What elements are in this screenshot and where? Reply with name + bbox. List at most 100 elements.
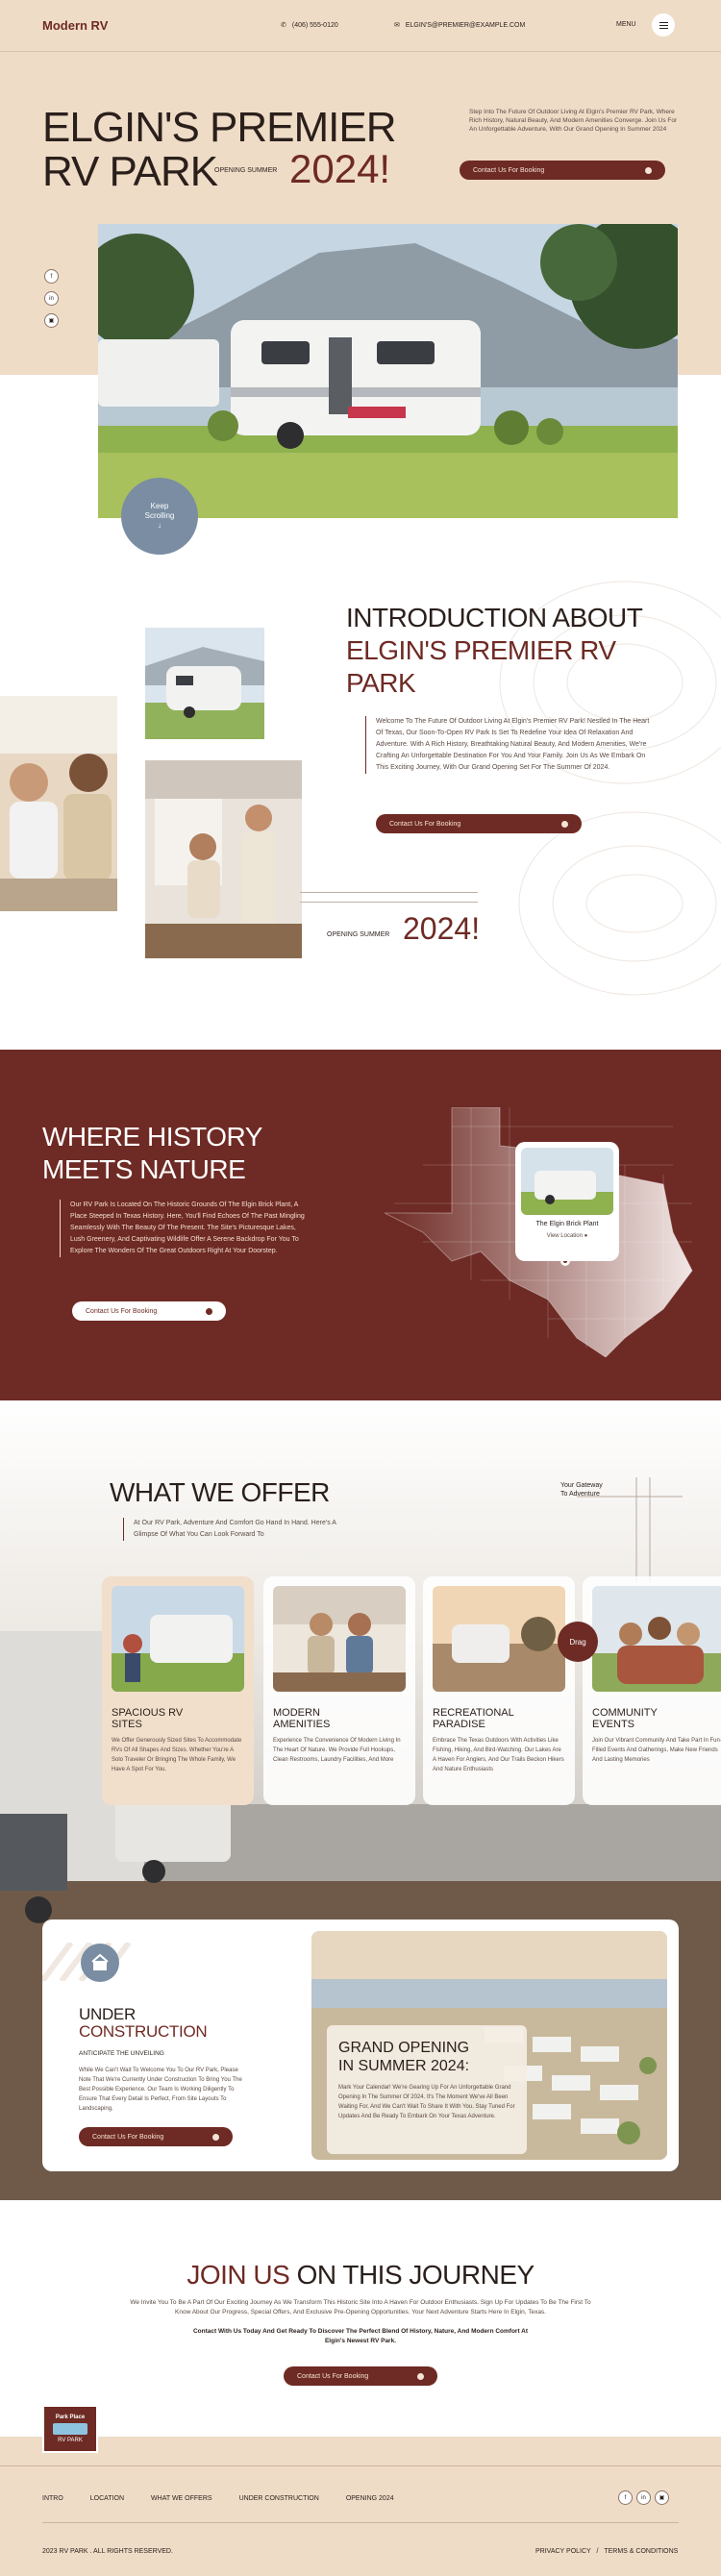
badge-line1: Park Place (55, 2415, 86, 2420)
offer-card-image (433, 1586, 565, 1692)
history-section: WHERE HISTORY MEETS NATURE Our RV Park I… (0, 1050, 721, 1400)
offer-card-title: COMMUNITY EVENTS (592, 1707, 658, 1730)
intro-title-line3: PARK (346, 668, 416, 698)
join-bold-text: Contact With Us Today And Get Ready To D… (192, 2328, 529, 2344)
button-dot-icon (212, 2133, 219, 2141)
site-logo[interactable]: Modern RV (42, 18, 108, 33)
offer-card-title: RECREATIONAL PARADISE (433, 1707, 514, 1730)
footer-badge-logo[interactable]: Park Place RV PARK (42, 2405, 98, 2453)
location-card-image (521, 1148, 613, 1215)
grand-opening-title: GRAND OPENING IN SUMMER 2024: (338, 2040, 470, 2074)
construction-title: UNDER CONSTRUCTION (79, 2005, 208, 2041)
history-title-line1: WHERE HISTORY (42, 1122, 262, 1152)
join-title: JOIN US ON THIS JOURNEY (186, 2260, 535, 2290)
copyright-text: 2023 RV PARK . ALL RIGHTS RESERVED. (42, 2548, 173, 2555)
hero-year: 2024! (289, 146, 391, 191)
footer-nav-construction[interactable]: UNDER CONSTRUCTION (239, 2495, 319, 2502)
history-description: Our RV Park Is Located On The Historic G… (60, 1200, 306, 1257)
construction-title-line1: UNDER (79, 2005, 136, 2023)
menu-button[interactable] (652, 13, 675, 37)
offer-card-text: Experience The Convenience Of Modern Liv… (273, 1738, 401, 1763)
intro-description: Welcome To The Future Of Outdoor Living … (365, 716, 654, 774)
phone-link[interactable]: ✆ (406) 555-0120 (281, 21, 338, 30)
intro-title: INTRODUCTION ABOUT ELGIN'S PREMIER RV PA… (346, 602, 643, 700)
footer-nav-intro[interactable]: INTRO (42, 2495, 63, 2502)
footer-nav: INTRO LOCATION WHAT WE OFFERS UNDER CONS… (42, 2495, 394, 2502)
intro-image-family (0, 696, 117, 911)
offer-card-title: SPACIOUS RV SITES (112, 1707, 184, 1730)
footer-nav-opening[interactable]: OPENING 2024 (346, 2495, 394, 2502)
privacy-policy-link[interactable]: PRIVACY POLICY (535, 2548, 591, 2555)
history-title: WHERE HISTORY MEETS NATURE (42, 1121, 262, 1186)
hero-social-links: f in ▣ (44, 269, 59, 328)
email-link[interactable]: ✉ ELGIN'S@PREMIER@EXAMPLE.COM (394, 21, 526, 30)
gateway-line2: To Adventure (560, 1491, 600, 1498)
intro-image-couple (145, 760, 302, 958)
join-contact-button[interactable]: Contact Us For Booking (284, 2366, 437, 2386)
intro-title-line1: INTRODUCTION ABOUT (346, 603, 643, 632)
hero-description: Step Into The Future Of Outdoor Living A… (469, 109, 678, 133)
construction-contact-button[interactable]: Contact Us For Booking (79, 2127, 233, 2146)
history-title-line2: MEETS NATURE (42, 1154, 246, 1184)
join-section: JOIN US ON THIS JOURNEY We Invite You To… (0, 2200, 721, 2437)
join-contact-label: Contact Us For Booking (297, 2372, 369, 2380)
offer-section: WHAT WE OFFER At Our RV Park, Adventure … (0, 1400, 721, 2200)
intro-divider-2 (300, 902, 478, 903)
hero-image (98, 224, 678, 518)
linkedin-icon[interactable]: in (636, 2490, 651, 2505)
hero-opening-label: OPENING SUMMER (214, 167, 278, 174)
button-dot-icon (206, 1307, 212, 1315)
offer-card-amenities[interactable]: MODERN AMENITIES Experience The Convenien… (263, 1576, 415, 1805)
hero-contact-button[interactable]: Contact Us For Booking (460, 161, 665, 180)
location-card-title: The Elgin Brick Plant (535, 1221, 599, 1227)
view-location-label: View Location (546, 1233, 583, 1239)
instagram-icon[interactable]: ▣ (655, 2490, 669, 2505)
terms-link[interactable]: TERMS & CONDITIONS (604, 2548, 678, 2555)
intro-image-rv (145, 628, 264, 739)
history-contact-label: Contact Us For Booking (86, 1307, 158, 1315)
location-pin-icon: ● (584, 1233, 588, 1239)
offer-card-community[interactable]: COMMUNITY EVENTS Join Our Vibrant Communi… (583, 1576, 721, 1805)
legal-links: PRIVACY POLICY / TERMS & CONDITIONS (535, 2548, 678, 2555)
offer-description: At Our RV Park, Adventure And Comfort Go… (123, 1518, 360, 1541)
intro-title-line2: ELGIN'S PREMIER RV (346, 635, 616, 665)
grand-opening-box: GRAND OPENING IN SUMMER 2024: Mark Your C… (327, 2025, 527, 2154)
drag-handle[interactable]: Drag (558, 1622, 598, 1662)
button-dot-icon (417, 2372, 424, 2380)
button-dot-icon (561, 820, 568, 828)
intro-year: 2024! (403, 911, 481, 946)
intro-divider-1 (300, 892, 478, 893)
mail-icon: ✉ (394, 22, 400, 29)
history-contact-button[interactable]: Contact Us For Booking (72, 1301, 226, 1321)
offer-card-image (592, 1586, 721, 1692)
footer-nav-offers[interactable]: WHAT WE OFFERS (151, 2495, 212, 2502)
facebook-icon[interactable]: f (44, 269, 59, 284)
offer-card-image (112, 1586, 244, 1692)
offer-card-text: Embrace The Texas Outdoors With Activiti… (433, 1738, 564, 1772)
intro-contact-label: Contact Us For Booking (389, 820, 461, 828)
instagram-icon[interactable]: ▣ (44, 313, 59, 328)
menu-label[interactable]: MENU (616, 21, 636, 28)
site-header: Modern RV ✆ (406) 555-0120 ✉ ELGIN'S@PRE… (0, 0, 721, 52)
email-address: ELGIN'S@PREMIER@EXAMPLE.COM (405, 21, 526, 29)
footer-nav-location[interactable]: LOCATION (90, 2495, 124, 2502)
hamburger-icon (659, 21, 668, 23)
construction-badge-icon (81, 1944, 119, 1982)
view-location-link[interactable]: View Location ● (521, 1233, 613, 1239)
offer-card-recreational[interactable]: RECREATIONAL PARADISE Embrace The Texas O… (423, 1576, 575, 1805)
offer-card-spacious[interactable]: SPACIOUS RV SITES We Offer Generously Siz… (102, 1576, 254, 1805)
offer-title: WHAT WE OFFER (110, 1477, 330, 1507)
keep-scrolling-button[interactable]: Keep Scrolling ↓ (121, 478, 198, 555)
grand-opening-text: Mark Your Calendar! We're Gearing Up For… (338, 2085, 515, 2119)
intro-contact-button[interactable]: Contact Us For Booking (376, 814, 582, 833)
construction-title-line2: CONSTRUCTION (79, 2022, 208, 2041)
linkedin-icon[interactable]: in (44, 291, 59, 306)
facebook-icon[interactable]: f (618, 2490, 633, 2505)
offer-card-text: We Offer Generously Sized Sites To Accom… (112, 1738, 242, 1772)
location-card[interactable]: The Elgin Brick Plant View Location ● (515, 1142, 619, 1261)
construction-contact-label: Contact Us For Booking (92, 2133, 164, 2141)
gateway-line1: Your Gateway (560, 1482, 603, 1489)
badge-landscape-icon (53, 2423, 87, 2435)
offer-card-text: Join Our Vibrant Community And Take Part… (592, 1738, 721, 1763)
site-footer: INTRO LOCATION WHAT WE OFFERS UNDER CONS… (0, 2465, 721, 2576)
